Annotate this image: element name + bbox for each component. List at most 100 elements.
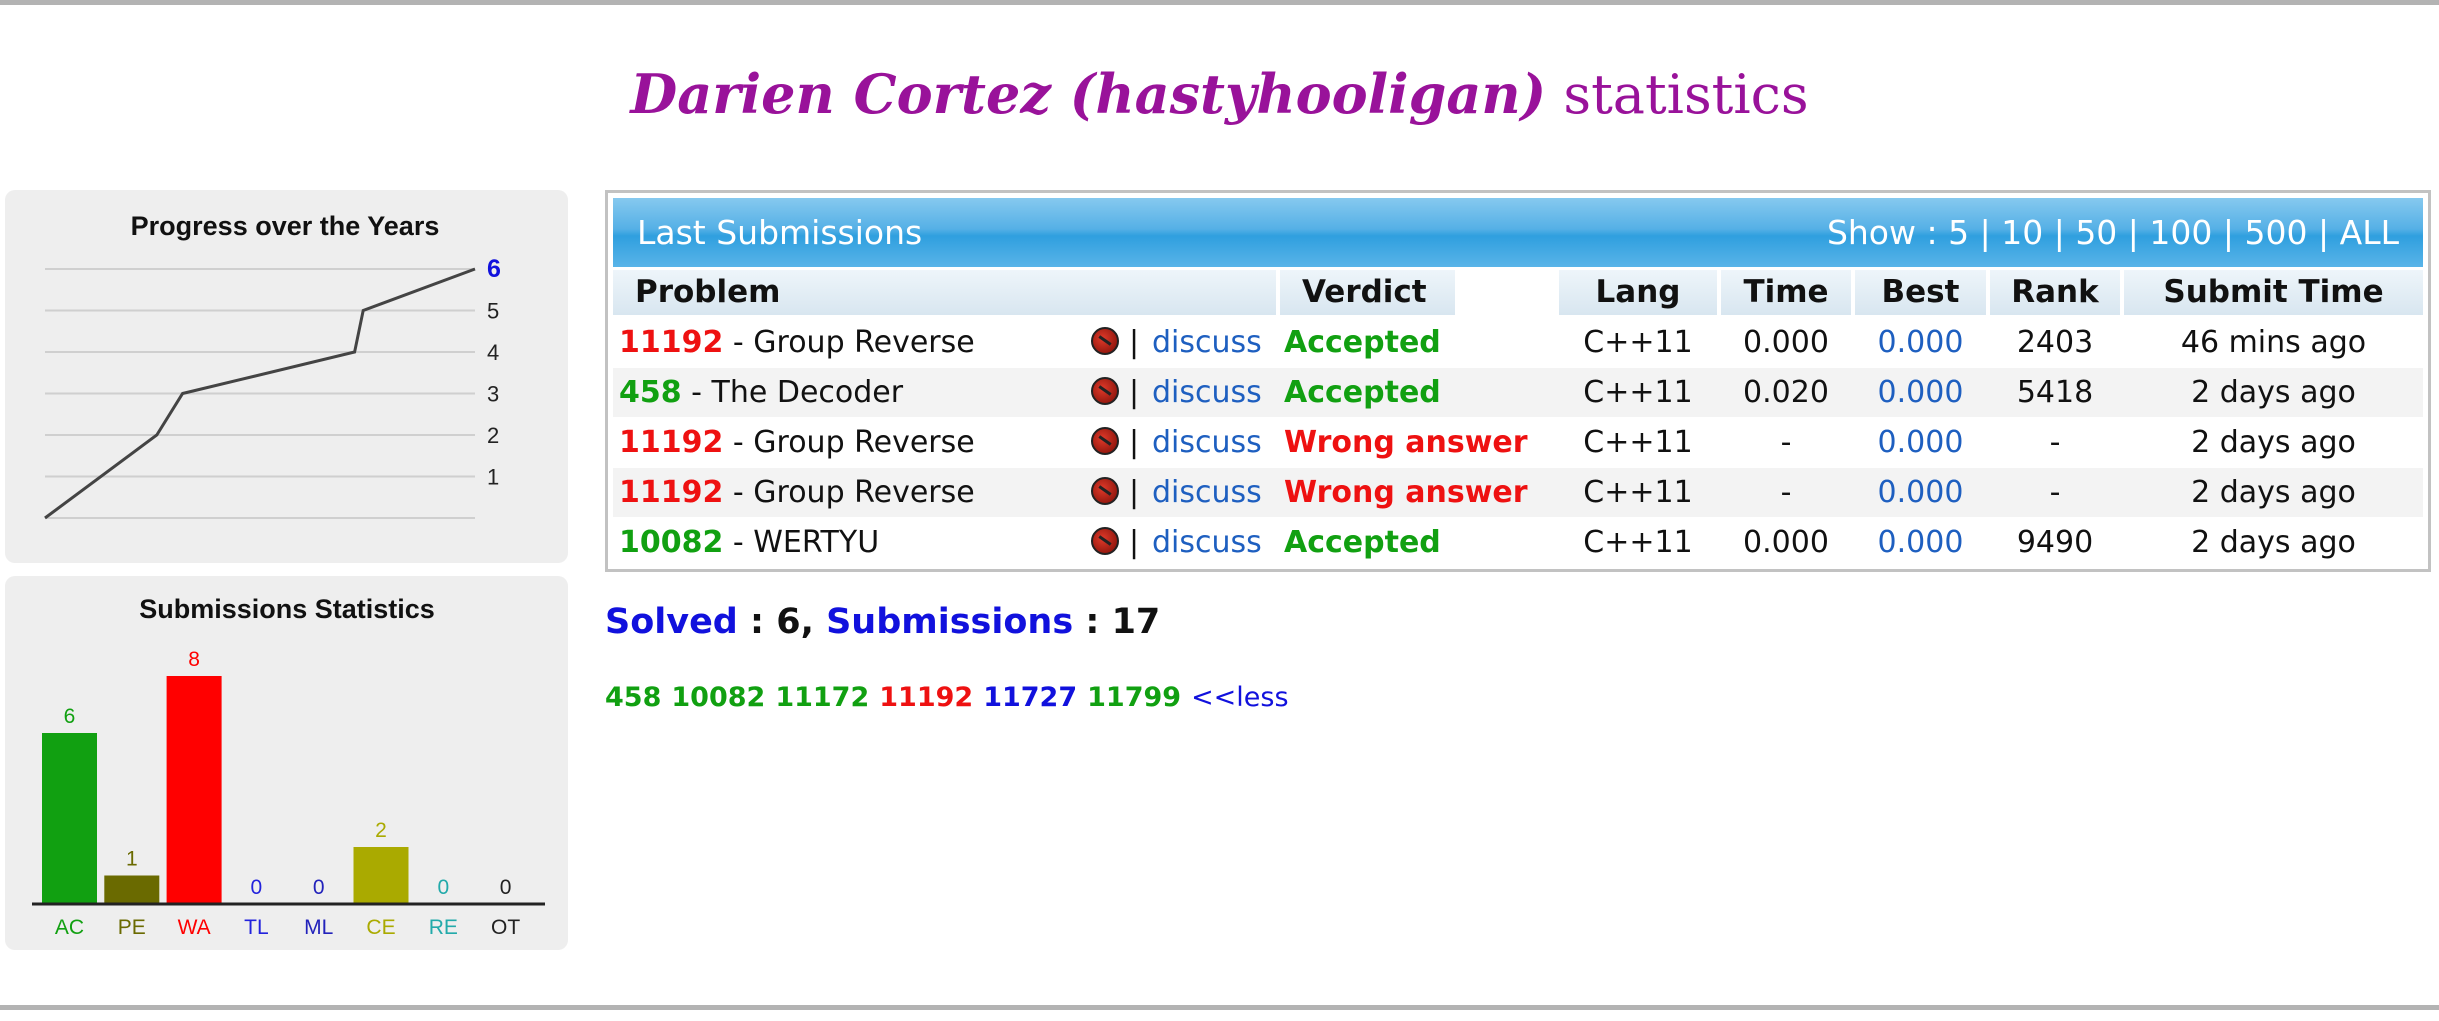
bar-value-label: 1 [126, 848, 138, 871]
show-option-50[interactable]: 50 [2075, 213, 2117, 252]
column-header-best: Best [1855, 270, 1986, 315]
verdict: Accepted [1284, 325, 1441, 360]
category-label: AC [55, 916, 84, 939]
problem-number-link[interactable]: 11192 [619, 475, 723, 510]
show-option-all[interactable]: ALL [2340, 213, 2399, 252]
best-time-link[interactable]: 0.000 [1855, 368, 1986, 417]
y-tick-label: 5 [487, 299, 499, 324]
submit-time: 2 days ago [2191, 425, 2356, 460]
bar-ce [353, 847, 409, 904]
language: C++11 [1583, 325, 1693, 360]
language: C++11 [1583, 375, 1693, 410]
rank: - [2049, 425, 2061, 460]
submissions-stats-panel: Submissions Statistics 6 AC 1 PE 8 WA 0 TL 0 ML 2 CE… [5, 576, 568, 950]
debug-icon[interactable] [1091, 327, 1119, 355]
solved-count: 6 [776, 602, 801, 642]
solved-problem-link[interactable]: 11172 [775, 682, 869, 713]
problem-cell: 458 - The Decoder [619, 368, 903, 417]
category-label: CE [366, 916, 395, 939]
debug-icon[interactable] [1091, 477, 1119, 505]
user-name: Darien Cortez (hastyhooligan) [630, 62, 1547, 126]
problem-cell: 11192 - Group Reverse [619, 418, 975, 467]
category-label: TL [244, 916, 269, 939]
totals-line: Solved : 6, Submissions : 17 [605, 602, 1161, 642]
top-divider [0, 0, 2439, 5]
title-suffix: statistics [1563, 63, 1809, 126]
submissions-count: 17 [1111, 602, 1161, 642]
bottom-divider [0, 1005, 2439, 1010]
show-less-link[interactable]: <<less [1191, 682, 1289, 713]
show-option-100[interactable]: 100 [2149, 213, 2212, 252]
discuss-link[interactable]: discuss [1152, 318, 1262, 367]
problem-name: - WERTYU [723, 525, 880, 560]
bar-ac [42, 733, 97, 904]
debug-icon[interactable] [1091, 377, 1119, 405]
problem-number-link[interactable]: 11192 [619, 425, 723, 460]
separator: | [1129, 525, 1140, 560]
column-header-submit-time: Submit Time [2124, 270, 2423, 315]
progress-chart-title: Progress over the Years [131, 211, 440, 241]
best-time-link[interactable]: 0.000 [1855, 468, 1986, 517]
problem-number-link[interactable]: 11192 [619, 325, 723, 360]
discuss-link[interactable]: discuss [1152, 468, 1262, 517]
show-label: Show : [1826, 213, 1938, 252]
y-tick-label: 2 [487, 423, 499, 448]
last-submissions-table: Last Submissions Show : 5 | 10 | 50 | 10… [605, 190, 2431, 572]
verdict: Wrong answer [1284, 475, 1528, 510]
bar-wa [166, 676, 222, 904]
solved-problems-list: 458 10082 11172 11192 11727 11799 <<less [605, 682, 1299, 713]
show-option-10[interactable]: 10 [2001, 213, 2043, 252]
problem-cell: 11192 - Group Reverse [619, 318, 975, 367]
solved-problem-link[interactable]: 11727 [983, 682, 1077, 713]
problem-number-link[interactable]: 10082 [619, 525, 723, 560]
progress-chart: Progress over the Years 1 2 3 4 5 6 [44, 211, 501, 520]
y-tick-label: 1 [487, 465, 499, 490]
column-header-rank: Rank [1990, 270, 2120, 315]
best-time-link[interactable]: 0.000 [1855, 418, 1986, 467]
solved-label: Solved [605, 602, 738, 642]
solved-problem-link[interactable]: 10082 [671, 682, 765, 713]
run-time: 0.000 [1743, 525, 1829, 560]
bar-pe [104, 875, 160, 904]
page-title: Darien Cortez (hastyhooligan) statistics [0, 62, 2439, 126]
problem-cell: 11192 - Group Reverse [619, 468, 975, 517]
best-time-link[interactable]: 0.000 [1855, 318, 1986, 367]
discuss-link[interactable]: discuss [1152, 418, 1262, 467]
last-submissions-header: Last Submissions Show : 5 | 10 | 50 | 10… [613, 198, 2423, 267]
progress-chart-panel: Progress over the Years 1 2 3 4 5 6 [5, 190, 568, 563]
separator: | [1129, 325, 1140, 360]
submissions-label: Submissions [826, 602, 1074, 642]
column-header-problem: Problem [613, 270, 1276, 315]
bar-value-label: 0 [500, 876, 512, 899]
verdict: Accepted [1284, 375, 1441, 410]
rank: 9490 [2016, 525, 2094, 560]
separator: | [1129, 425, 1140, 460]
language: C++11 [1583, 425, 1693, 460]
submissions-chart-title: Submissions Statistics [139, 594, 435, 624]
debug-icon[interactable] [1091, 527, 1119, 555]
submit-time: 2 days ago [2191, 375, 2356, 410]
rank: 2403 [2016, 325, 2094, 360]
problem-number-link[interactable]: 458 [619, 375, 682, 410]
show-option-500[interactable]: 500 [2245, 213, 2308, 252]
submit-time: 46 mins ago [2180, 325, 2367, 360]
best-time-link[interactable]: 0.000 [1855, 518, 1986, 567]
column-header-time: Time [1721, 270, 1851, 315]
separator: | [1129, 475, 1140, 510]
submit-time: 2 days ago [2191, 475, 2356, 510]
problem-cell: 10082 - WERTYU [619, 518, 879, 567]
run-time: 0.020 [1743, 375, 1829, 410]
solved-problem-link[interactable]: 11192 [879, 682, 973, 713]
solved-problem-link[interactable]: 458 [605, 682, 661, 713]
category-label: WA [178, 916, 211, 939]
solved-problem-link[interactable]: 11799 [1087, 682, 1181, 713]
problem-name: - The Decoder [681, 375, 904, 410]
category-label: ML [304, 916, 333, 939]
discuss-link[interactable]: discuss [1152, 518, 1262, 567]
debug-icon[interactable] [1091, 427, 1119, 455]
column-header-lang: Lang [1559, 270, 1717, 315]
y-tick-label: 3 [487, 382, 499, 407]
discuss-link[interactable]: discuss [1152, 368, 1262, 417]
show-option-5[interactable]: 5 [1948, 213, 1969, 252]
y-tick-label: 6 [487, 255, 501, 283]
